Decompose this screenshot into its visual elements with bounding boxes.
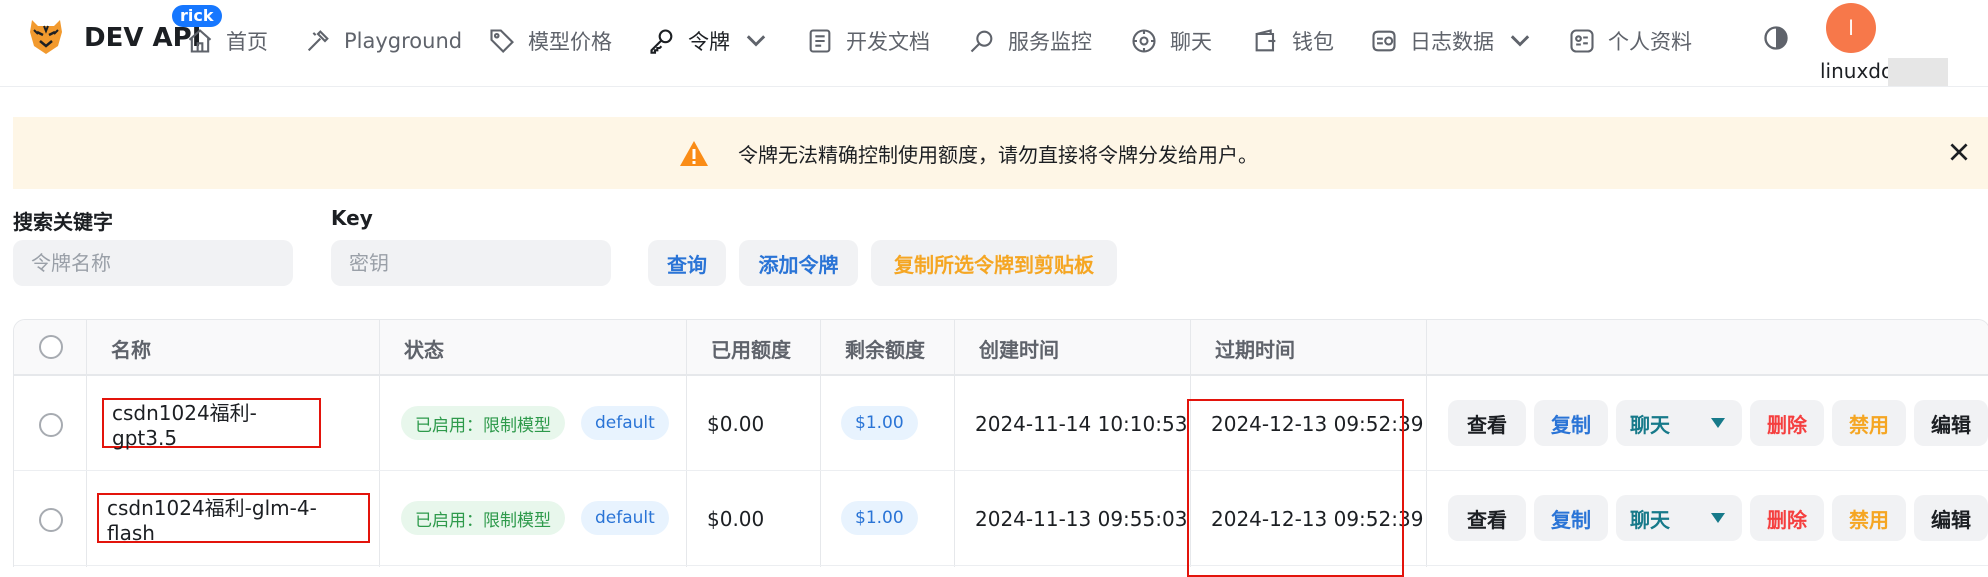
tokens-table: 名称 状态 已用额度 剩余额度 创建时间 过期时间 csdn1024福利-gpt…	[13, 319, 1988, 567]
theme-toggle-icon[interactable]	[1762, 24, 1790, 52]
token-name: csdn1024福利-glm-4-flash	[97, 493, 370, 545]
key-input[interactable]	[331, 240, 611, 286]
expire-highlight-box	[1187, 399, 1404, 577]
select-all-radio[interactable]	[39, 335, 63, 359]
nav-wallet[interactable]: 钱包	[1252, 24, 1334, 58]
nav-label: 首页	[226, 30, 268, 54]
nav-label: 模型价格	[528, 30, 612, 54]
copy-selected-button[interactable]: 复制所选令牌到剪贴板	[871, 240, 1117, 286]
chevron-down-icon[interactable]	[1506, 27, 1534, 55]
username-redacted	[1888, 58, 1948, 86]
warning-banner: 令牌无法精确控制使用额度，请勿直接将令牌分发给用户。	[13, 117, 1988, 189]
table-header: 名称 状态 已用额度 剩余额度 创建时间 过期时间	[14, 320, 1988, 376]
nav-monitor[interactable]: 服务监控	[968, 24, 1092, 58]
nav-label: 日志数据	[1410, 30, 1494, 54]
chat-icon	[1132, 29, 1156, 53]
nav-profile[interactable]: 个人资料	[1568, 24, 1692, 58]
used-quota: $0.00	[707, 412, 765, 436]
copy-button[interactable]: 复制	[1534, 400, 1608, 446]
status-badge: 已启用：限制模型	[401, 501, 565, 535]
group-badge: default	[581, 406, 669, 440]
tiger-logo-icon[interactable]	[28, 16, 64, 56]
row-select-radio[interactable]	[39, 508, 63, 532]
column-header[interactable]: 创建时间	[979, 334, 1059, 363]
status-badge: 已启用：限制模型	[401, 406, 565, 440]
edit-button[interactable]: 编辑	[1914, 495, 1988, 541]
key-label: Key	[331, 206, 373, 230]
document-icon	[809, 29, 831, 53]
tag-icon	[490, 29, 514, 53]
close-icon[interactable]	[1946, 139, 1972, 165]
remaining-quota-badge: $1.00	[841, 406, 918, 440]
chat-label: 聊天	[1630, 507, 1670, 532]
chevron-down-icon[interactable]	[742, 27, 770, 55]
column-header[interactable]: 过期时间	[1215, 334, 1295, 363]
wallet-icon	[1255, 29, 1276, 52]
chat-split-button[interactable]: 聊天	[1616, 495, 1742, 541]
table-row: csdn1024福利-glm-4-flash 已启用：限制模型 default …	[14, 471, 1988, 566]
created-time: 2024-11-14 10:10:53	[975, 412, 1188, 436]
edit-button[interactable]: 编辑	[1914, 400, 1988, 446]
delete-button[interactable]: 删除	[1750, 400, 1824, 446]
chat-label: 聊天	[1630, 412, 1670, 437]
delete-button[interactable]: 删除	[1750, 495, 1824, 541]
log-icon	[1372, 30, 1396, 52]
remaining-quota-badge: $1.00	[841, 501, 918, 535]
nav-label: Playground	[344, 29, 463, 53]
nav-logs[interactable]: 日志数据	[1370, 24, 1534, 58]
profile-icon	[1570, 29, 1594, 53]
token-name: csdn1024福利-gpt3.5	[102, 398, 321, 450]
nav-pricing[interactable]: 模型价格	[488, 24, 612, 58]
nav-playground[interactable]: Playground	[304, 24, 462, 58]
brand-name[interactable]: DEV API	[84, 23, 201, 53]
column-header[interactable]: 状态	[404, 334, 444, 363]
caret-down-icon[interactable]	[1710, 511, 1726, 525]
playground-icon	[307, 30, 329, 52]
disable-button[interactable]: 禁用	[1832, 495, 1906, 541]
avatar[interactable]: l	[1826, 3, 1876, 53]
column-header[interactable]: 名称	[111, 334, 151, 363]
column-header[interactable]: 剩余额度	[845, 334, 925, 363]
keyword-input[interactable]	[13, 240, 293, 286]
group-badge: default	[581, 501, 669, 535]
key-icon	[650, 29, 673, 54]
search-icon	[970, 30, 993, 53]
username[interactable]: linuxdo	[1820, 59, 1893, 83]
table-row: csdn1024福利-gpt3.5 已启用：限制模型 default $0.00…	[14, 376, 1988, 471]
nav-label: 钱包	[1292, 30, 1334, 54]
chat-split-button[interactable]: 聊天	[1616, 400, 1742, 446]
nav-label: 开发文档	[846, 30, 930, 54]
home-icon	[188, 29, 212, 53]
nav-docs[interactable]: 开发文档	[806, 24, 930, 58]
row-select-radio[interactable]	[39, 413, 63, 437]
warning-icon	[680, 141, 708, 166]
add-token-button[interactable]: 添加令牌	[739, 240, 858, 286]
nav-home[interactable]: 首页	[186, 24, 268, 58]
caret-down-icon[interactable]	[1710, 416, 1726, 430]
nav-label: 服务监控	[1008, 30, 1092, 54]
view-button[interactable]: 查看	[1448, 495, 1526, 541]
nav-label: 个人资料	[1608, 30, 1692, 54]
nav-tokens[interactable]: 令牌	[648, 24, 770, 58]
nav-chat[interactable]: 聊天	[1130, 24, 1212, 58]
banner-message: 令牌无法精确控制使用额度，请勿直接将令牌分发给用户。	[738, 143, 1258, 167]
keyword-label: 搜索关键字	[13, 210, 113, 234]
copy-button[interactable]: 复制	[1534, 495, 1608, 541]
view-button[interactable]: 查看	[1448, 400, 1526, 446]
nav-label: 令牌	[688, 30, 730, 54]
column-header[interactable]: 已用额度	[711, 334, 791, 363]
nav-label: 聊天	[1170, 30, 1212, 54]
query-button[interactable]: 查询	[648, 240, 726, 286]
used-quota: $0.00	[707, 507, 765, 531]
created-time: 2024-11-13 09:55:03	[975, 507, 1188, 531]
top-navbar: DEV API rick 首页 Playground 模型价格 令牌 开发文档 …	[0, 0, 1988, 87]
disable-button[interactable]: 禁用	[1832, 400, 1906, 446]
